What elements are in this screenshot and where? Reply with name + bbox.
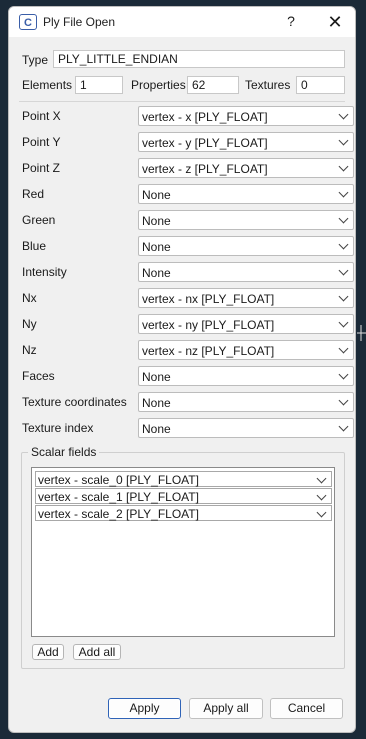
add-all-button[interactable]: Add all [73,644,121,660]
elements-field[interactable]: 1 [75,76,123,94]
chevron-down-icon [338,343,349,354]
green-select[interactable]: None [138,210,354,230]
intensity-value: None [142,266,171,280]
scalar-fields-title: Scalar fields [28,445,100,459]
red-select[interactable]: None [138,184,354,204]
scalar-field-value: vertex - scale_1 [PLY_FLOAT] [38,490,199,504]
field-label-nx: Nx [22,291,37,305]
list-item[interactable]: vertex - scale_2 [PLY_FLOAT] [35,505,332,521]
chevron-down-icon [338,239,349,250]
field-label-point-x: Point X [22,109,61,123]
chevron-down-icon [338,109,349,120]
scalar-field-value: vertex - scale_2 [PLY_FLOAT] [38,507,199,521]
chevron-down-icon [338,369,349,380]
point-z-value: vertex - z [PLY_FLOAT] [142,162,268,176]
nx-value: vertex - nx [PLY_FLOAT] [142,292,275,306]
field-label-blue: Blue [22,239,47,253]
point-x-select[interactable]: vertex - x [PLY_FLOAT] [138,106,354,126]
chevron-down-icon [338,317,349,328]
intensity-select[interactable]: None [138,262,354,282]
list-item[interactable]: vertex - scale_1 [PLY_FLOAT] [35,488,332,504]
type-label: Type [22,53,49,67]
help-button[interactable]: ? [279,13,303,31]
chevron-down-icon [316,507,327,518]
field-label-green: Green [22,213,56,227]
chevron-down-icon [316,490,327,501]
texture-coordinates-value: None [142,396,171,410]
chevron-down-icon [338,265,349,276]
ny-select[interactable]: vertex - ny [PLY_FLOAT] [138,314,354,334]
scalar-fields-list[interactable]: vertex - scale_0 [PLY_FLOAT] vertex - sc… [31,467,335,637]
nz-value: vertex - nz [PLY_FLOAT] [142,344,275,358]
textures-label: Textures [245,78,291,92]
ny-value: vertex - ny [PLY_FLOAT] [142,318,275,332]
blue-select[interactable]: None [138,236,354,256]
chevron-down-icon [338,135,349,146]
field-label-ny: Ny [22,317,37,331]
point-y-select[interactable]: vertex - y [PLY_FLOAT] [138,132,354,152]
point-y-value: vertex - y [PLY_FLOAT] [142,136,268,150]
chevron-down-icon [338,291,349,302]
field-label-intensity: Intensity [22,265,67,279]
app-logo-icon: C [19,14,37,30]
chevron-down-icon [338,161,349,172]
properties-label: Properties [131,78,186,92]
nx-select[interactable]: vertex - nx [PLY_FLOAT] [138,288,354,308]
faces-value: None [142,370,171,384]
chevron-down-icon [338,213,349,224]
field-label-texture-index: Texture index [22,421,94,435]
apply-all-button[interactable]: Apply all [189,698,263,719]
point-z-select[interactable]: vertex - z [PLY_FLOAT] [138,158,354,178]
elements-label: Elements [22,78,73,92]
faces-select[interactable]: None [138,366,354,386]
chevron-down-icon [316,473,327,484]
chevron-down-icon [338,187,349,198]
window-title: Ply File Open [43,15,116,29]
field-label-texture-coordinates: Texture coordinates [22,395,127,409]
scalar-field-value: vertex - scale_0 [PLY_FLOAT] [38,473,199,487]
nz-select[interactable]: vertex - nz [PLY_FLOAT] [138,340,354,360]
window-edge-marker [357,325,366,341]
apply-button[interactable]: Apply [108,698,181,719]
type-field[interactable]: PLY_LITTLE_ENDIAN [53,50,345,68]
green-value: None [142,214,171,228]
chevron-down-icon [338,421,349,432]
close-button[interactable]: ✕ [321,10,349,34]
textures-field[interactable]: 0 [296,76,345,94]
field-label-faces: Faces [22,369,55,383]
field-label-point-y: Point Y [22,135,61,149]
field-label-nz: Nz [22,343,37,357]
point-x-value: vertex - x [PLY_FLOAT] [142,110,268,124]
list-item[interactable]: vertex - scale_0 [PLY_FLOAT] [35,471,332,487]
header-separator [19,101,345,102]
cancel-button[interactable]: Cancel [270,698,343,719]
texture-index-value: None [142,422,171,436]
add-button[interactable]: Add [32,644,64,660]
texture-index-select[interactable]: None [138,418,354,438]
title-bar[interactable]: C Ply File Open ? ✕ [9,7,355,37]
field-label-red: Red [22,187,45,201]
red-value: None [142,188,171,202]
texture-coordinates-select[interactable]: None [138,392,354,412]
chevron-down-icon [338,395,349,406]
properties-field[interactable]: 62 [187,76,239,94]
blue-value: None [142,240,171,254]
field-label-point-z: Point Z [22,161,61,175]
